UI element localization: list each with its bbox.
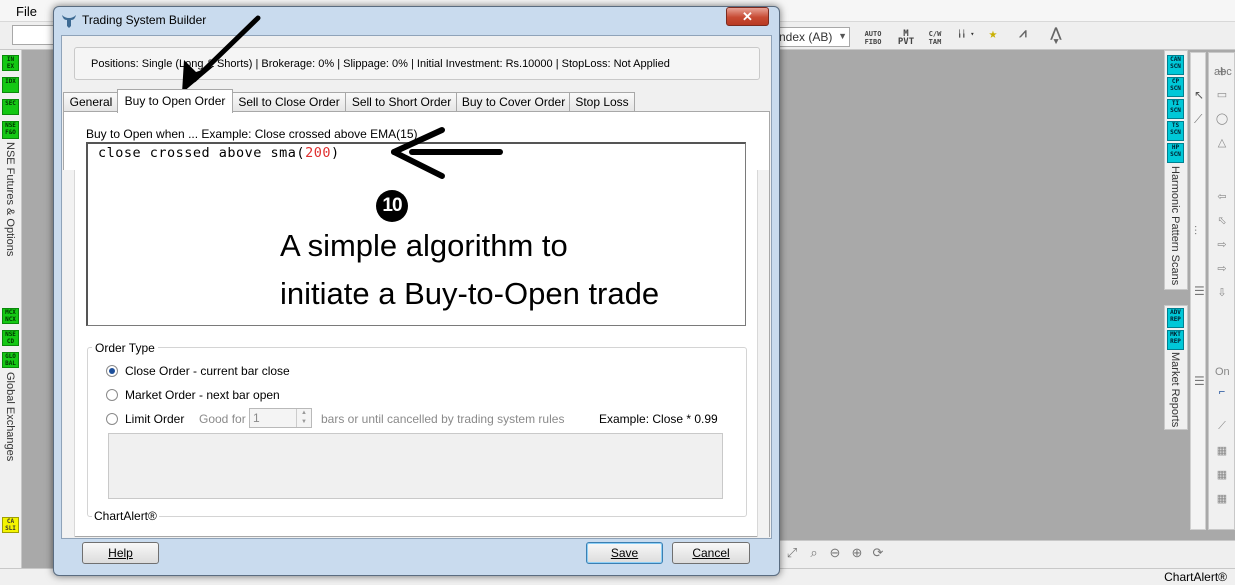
annotation-arrows (182, 15, 503, 179)
arrow-to-tab-icon (182, 15, 261, 93)
tab-buy-to-open[interactable]: Buy to Open Order (117, 89, 233, 113)
arrow-to-code-icon (391, 127, 503, 179)
